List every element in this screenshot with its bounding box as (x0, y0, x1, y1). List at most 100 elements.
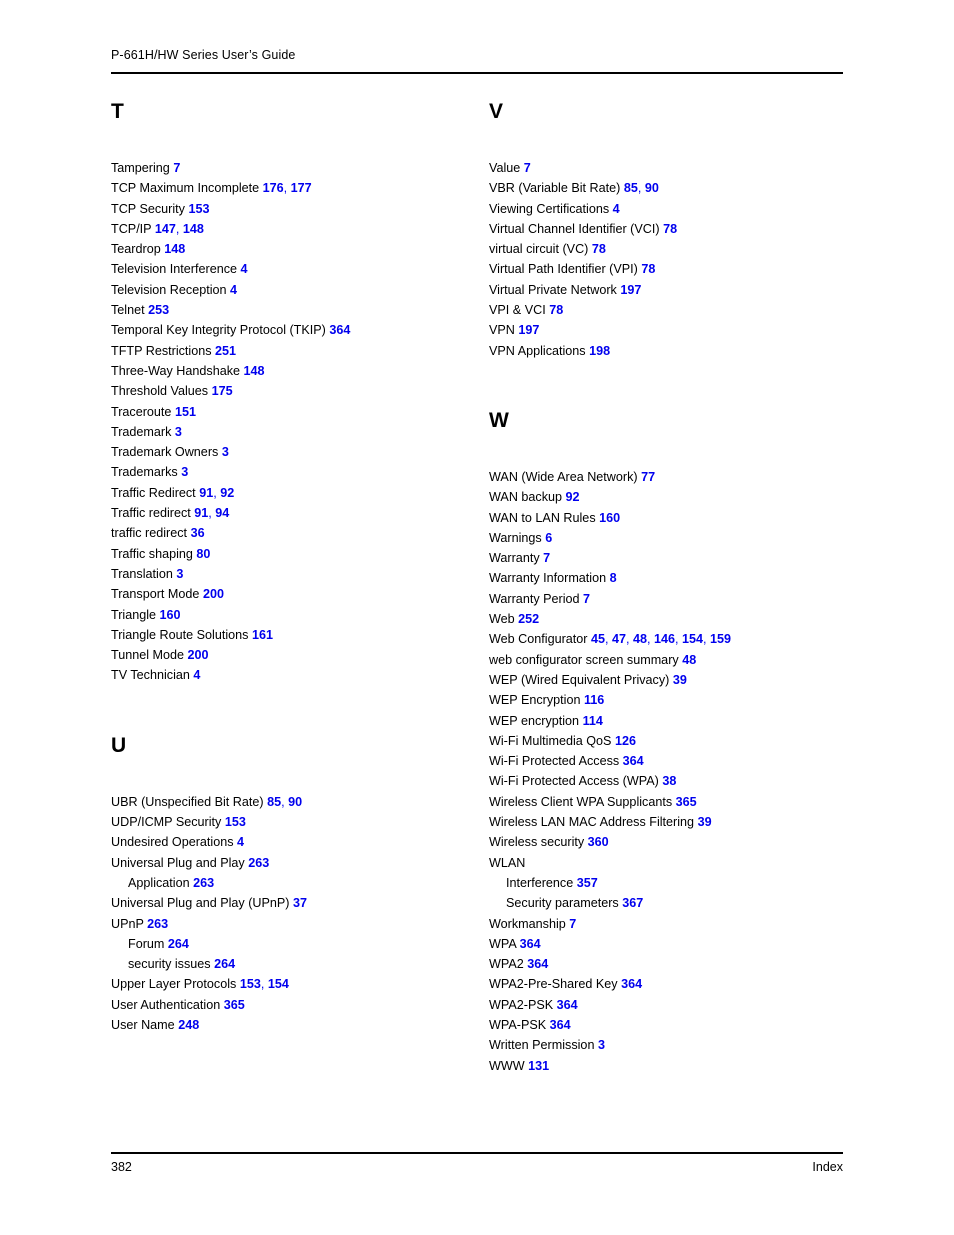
page-reference[interactable]: 161 (252, 628, 273, 642)
page-reference[interactable]: 90 (645, 181, 659, 195)
page-reference[interactable]: 160 (599, 511, 620, 525)
page-reference[interactable]: 36 (191, 526, 205, 540)
index-entry[interactable]: Warranty Information 8 (489, 568, 855, 588)
index-entry[interactable]: Warnings 6 (489, 528, 855, 548)
page-reference[interactable]: 147 (155, 222, 176, 236)
page-reference[interactable]: 77 (641, 470, 655, 484)
page-reference[interactable]: 4 (237, 835, 244, 849)
page-reference[interactable]: 126 (615, 734, 636, 748)
index-entry[interactable]: TV Technician 4 (111, 665, 477, 685)
page-reference[interactable]: 153 (240, 977, 261, 991)
index-entry[interactable]: Telnet 253 (111, 300, 477, 320)
page-reference[interactable]: 200 (188, 648, 209, 662)
index-entry[interactable]: Trademark Owners 3 (111, 442, 477, 462)
index-entry[interactable]: Upper Layer Protocols 153, 154 (111, 974, 477, 994)
index-entry[interactable]: Translation 3 (111, 564, 477, 584)
page-reference[interactable]: 364 (550, 1018, 571, 1032)
page-reference[interactable]: 8 (610, 571, 617, 585)
index-entry[interactable]: TCP/IP 147, 148 (111, 219, 477, 239)
page-reference[interactable]: 364 (520, 937, 541, 951)
page-reference[interactable]: 197 (518, 323, 539, 337)
page-reference[interactable]: 48 (633, 632, 647, 646)
page-reference[interactable]: 153 (225, 815, 246, 829)
page-reference[interactable]: 364 (621, 977, 642, 991)
index-entry[interactable]: Threshold Values 175 (111, 381, 477, 401)
index-entry[interactable]: Virtual Private Network 197 (489, 280, 855, 300)
page-reference[interactable]: 91 (199, 486, 213, 500)
page-reference[interactable]: 6 (545, 531, 552, 545)
index-entry[interactable]: VPI & VCI 78 (489, 300, 855, 320)
page-reference[interactable]: 365 (224, 998, 245, 1012)
index-entry[interactable]: Tampering 7 (111, 158, 477, 178)
index-entry[interactable]: WPA2-PSK 364 (489, 995, 855, 1015)
page-reference[interactable]: 78 (592, 242, 606, 256)
index-entry[interactable]: Universal Plug and Play 263 (111, 853, 477, 873)
index-entry[interactable]: VPN Applications 198 (489, 341, 855, 361)
index-entry[interactable]: Written Permission 3 (489, 1035, 855, 1055)
page-reference[interactable]: 7 (569, 917, 576, 931)
index-entry[interactable]: Universal Plug and Play (UPnP) 37 (111, 893, 477, 913)
page-reference[interactable]: 264 (168, 937, 189, 951)
index-entry[interactable]: WAN (Wide Area Network) 77 (489, 467, 855, 487)
index-entry[interactable]: Television Interference 4 (111, 259, 477, 279)
index-subentry[interactable]: Application 263 (111, 873, 477, 893)
page-reference[interactable]: 159 (710, 632, 731, 646)
page-reference[interactable]: 154 (682, 632, 703, 646)
index-entry[interactable]: virtual circuit (VC) 78 (489, 239, 855, 259)
page-reference[interactable]: 148 (244, 364, 265, 378)
page-reference[interactable]: 39 (673, 673, 687, 687)
index-entry[interactable]: Trademarks 3 (111, 462, 477, 482)
page-reference[interactable]: 38 (662, 774, 676, 788)
page-reference[interactable]: 4 (241, 262, 248, 276)
index-entry[interactable]: Triangle 160 (111, 605, 477, 625)
index-entry[interactable]: Traceroute 151 (111, 402, 477, 422)
page-reference[interactable]: 364 (623, 754, 644, 768)
index-entry[interactable]: Traffic Redirect 91, 92 (111, 483, 477, 503)
page-reference[interactable]: 198 (589, 344, 610, 358)
page-reference[interactable]: 48 (682, 653, 696, 667)
page-reference[interactable]: 7 (543, 551, 550, 565)
page-reference[interactable]: 153 (188, 202, 209, 216)
page-reference[interactable]: 3 (176, 567, 183, 581)
page-reference[interactable]: 177 (291, 181, 312, 195)
index-subentry[interactable]: Forum 264 (111, 934, 477, 954)
page-reference[interactable]: 94 (215, 506, 229, 520)
index-entry[interactable]: Teardrop 148 (111, 239, 477, 259)
page-reference[interactable]: 160 (160, 608, 181, 622)
index-entry[interactable]: WLAN (489, 853, 855, 873)
page-reference[interactable]: 92 (566, 490, 580, 504)
index-entry[interactable]: web configurator screen summary 48 (489, 650, 855, 670)
page-reference[interactable]: 3 (181, 465, 188, 479)
page-reference[interactable]: 3 (222, 445, 229, 459)
index-entry[interactable]: VPN 197 (489, 320, 855, 340)
index-entry[interactable]: Virtual Channel Identifier (VCI) 78 (489, 219, 855, 239)
index-entry[interactable]: WPA-PSK 364 (489, 1015, 855, 1035)
index-entry[interactable]: Web Configurator 45, 47, 48, 146, 154, 1… (489, 629, 855, 649)
page-reference[interactable]: 4 (193, 668, 200, 682)
page-reference[interactable]: 7 (524, 161, 531, 175)
index-subentry[interactable]: Interference 357 (489, 873, 855, 893)
page-reference[interactable]: 146 (654, 632, 675, 646)
page-reference[interactable]: 91 (194, 506, 208, 520)
page-reference[interactable]: 197 (620, 283, 641, 297)
page-reference[interactable]: 148 (183, 222, 204, 236)
page-reference[interactable]: 154 (268, 977, 289, 991)
index-entry[interactable]: Three-Way Handshake 148 (111, 361, 477, 381)
index-entry[interactable]: Wireless LAN MAC Address Filtering 39 (489, 812, 855, 832)
index-subentry[interactable]: security issues 264 (111, 954, 477, 974)
page-reference[interactable]: 4 (613, 202, 620, 216)
page-reference[interactable]: 37 (293, 896, 307, 910)
index-entry[interactable]: traffic redirect 36 (111, 523, 477, 543)
index-entry[interactable]: TCP Security 153 (111, 199, 477, 219)
index-entry[interactable]: User Name 248 (111, 1015, 477, 1035)
index-entry[interactable]: Wi-Fi Protected Access (WPA) 38 (489, 771, 855, 791)
page-reference[interactable]: 252 (518, 612, 539, 626)
index-entry[interactable]: Traffic redirect 91, 94 (111, 503, 477, 523)
index-entry[interactable]: WAN backup 92 (489, 487, 855, 507)
index-entry[interactable]: Warranty 7 (489, 548, 855, 568)
index-entry[interactable]: Wireless Client WPA Supplicants 365 (489, 792, 855, 812)
page-reference[interactable]: 263 (193, 876, 214, 890)
index-subentry[interactable]: Security parameters 367 (489, 893, 855, 913)
page-reference[interactable]: 7 (583, 592, 590, 606)
page-reference[interactable]: 47 (612, 632, 626, 646)
